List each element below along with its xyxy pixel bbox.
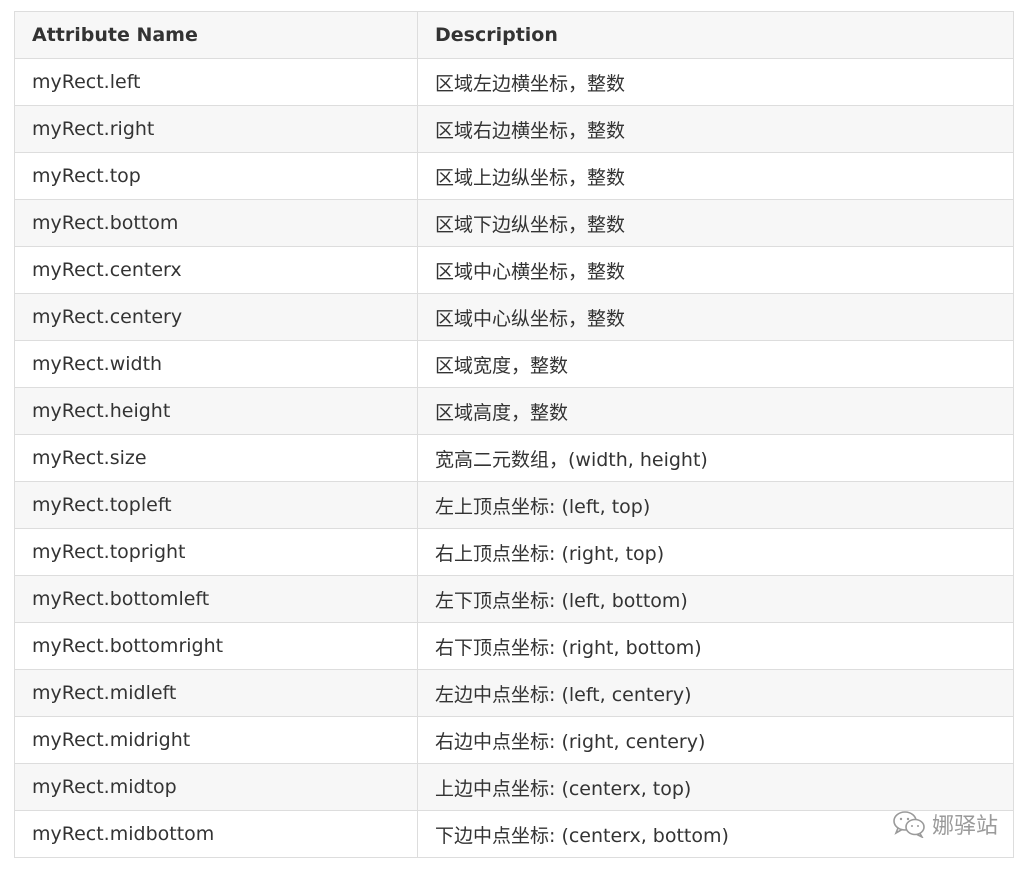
attribute-name-cell: myRect.left — [14, 58, 418, 106]
attribute-name-cell: myRect.bottomleft — [14, 575, 418, 623]
attribute-name-cell: myRect.midright — [14, 716, 418, 764]
description-cell: 区域高度，整数 — [417, 387, 1014, 435]
description-cell: 区域左边横坐标，整数 — [417, 58, 1014, 106]
description-cell: 区域右边横坐标，整数 — [417, 105, 1014, 153]
table-row: myRect.midleft 左边中点坐标: (left, centery) — [14, 669, 1014, 717]
attribute-name-cell: myRect.width — [14, 340, 418, 388]
attribute-name-cell: myRect.bottomright — [14, 622, 418, 670]
table-row: myRect.bottomright 右下顶点坐标: (right, bottom… — [14, 622, 1014, 670]
description-cell: 宽高二元数组，(width, height) — [417, 434, 1014, 482]
description-cell: 左上顶点坐标: (left, top) — [417, 481, 1014, 529]
description-cell: 区域上边纵坐标，整数 — [417, 152, 1014, 200]
attribute-table-container: Attribute Name Description myRect.left 区域… — [14, 11, 1014, 858]
attribute-name-cell: myRect.midtop — [14, 763, 418, 811]
attribute-name-cell: myRect.topright — [14, 528, 418, 576]
description-cell: 上边中点坐标: (centerx, top) — [417, 763, 1014, 811]
description-cell: 区域宽度，整数 — [417, 340, 1014, 388]
attribute-name-cell: myRect.midleft — [14, 669, 418, 717]
attribute-table: Attribute Name Description myRect.left 区域… — [14, 11, 1014, 858]
table-row: myRect.midtop 上边中点坐标: (centerx, top) — [14, 763, 1014, 811]
table-row: myRect.height 区域高度，整数 — [14, 387, 1014, 435]
header-description: Description — [417, 11, 1014, 59]
attribute-name-cell: myRect.centerx — [14, 246, 418, 294]
description-cell: 右下顶点坐标: (right, bottom) — [417, 622, 1014, 670]
attribute-name-cell: myRect.right — [14, 105, 418, 153]
description-cell: 左下顶点坐标: (left, bottom) — [417, 575, 1014, 623]
header-attribute-name: Attribute Name — [14, 11, 418, 59]
table-row: myRect.bottomleft 左下顶点坐标: (left, bottom) — [14, 575, 1014, 623]
description-cell: 右边中点坐标: (right, centery) — [417, 716, 1014, 764]
description-cell: 区域下边纵坐标，整数 — [417, 199, 1014, 247]
description-cell: 左边中点坐标: (left, centery) — [417, 669, 1014, 717]
attribute-name-cell: myRect.height — [14, 387, 418, 435]
table-row: myRect.topleft 左上顶点坐标: (left, top) — [14, 481, 1014, 529]
table-row: myRect.width 区域宽度，整数 — [14, 340, 1014, 388]
table-body: myRect.left 区域左边横坐标，整数 myRect.right 区域右边横坐标… — [14, 58, 1014, 858]
description-cell: 区域中心纵坐标，整数 — [417, 293, 1014, 341]
watermark-text: 娜驿站 — [931, 814, 998, 839]
attribute-name-cell: myRect.midbottom — [14, 810, 418, 858]
table-row: myRect.top 区域上边纵坐标，整数 — [14, 152, 1014, 200]
table-row: myRect.right 区域右边横坐标，整数 — [14, 105, 1014, 153]
wechat-icon — [892, 810, 926, 838]
table-row: myRect.centery 区域中心纵坐标，整数 — [14, 293, 1014, 341]
description-cell: 区域中心横坐标，整数 — [417, 246, 1014, 294]
attribute-name-cell: myRect.centery — [14, 293, 418, 341]
description-cell: 右上顶点坐标: (right, top) — [417, 528, 1014, 576]
table-row: myRect.midright 右边中点坐标: (right, centery) — [14, 716, 1014, 764]
attribute-name-cell: myRect.bottom — [14, 199, 418, 247]
table-row: myRect.centerx 区域中心横坐标，整数 — [14, 246, 1014, 294]
table-row: myRect.midbottom 下边中点坐标: (centerx, bottom… — [14, 810, 1014, 858]
table-row: myRect.size 宽高二元数组，(width, height) — [14, 434, 1014, 482]
table-row: myRect.bottom 区域下边纵坐标，整数 — [14, 199, 1014, 247]
attribute-name-cell: myRect.size — [14, 434, 418, 482]
table-row: myRect.topright 右上顶点坐标: (right, top) — [14, 528, 1014, 576]
attribute-name-cell: myRect.top — [14, 152, 418, 200]
table-row: myRect.left 区域左边横坐标，整数 — [14, 58, 1014, 106]
watermark: 娜驿站 — [892, 808, 998, 840]
table-header-row: Attribute Name Description — [14, 11, 1014, 59]
attribute-name-cell: myRect.topleft — [14, 481, 418, 529]
